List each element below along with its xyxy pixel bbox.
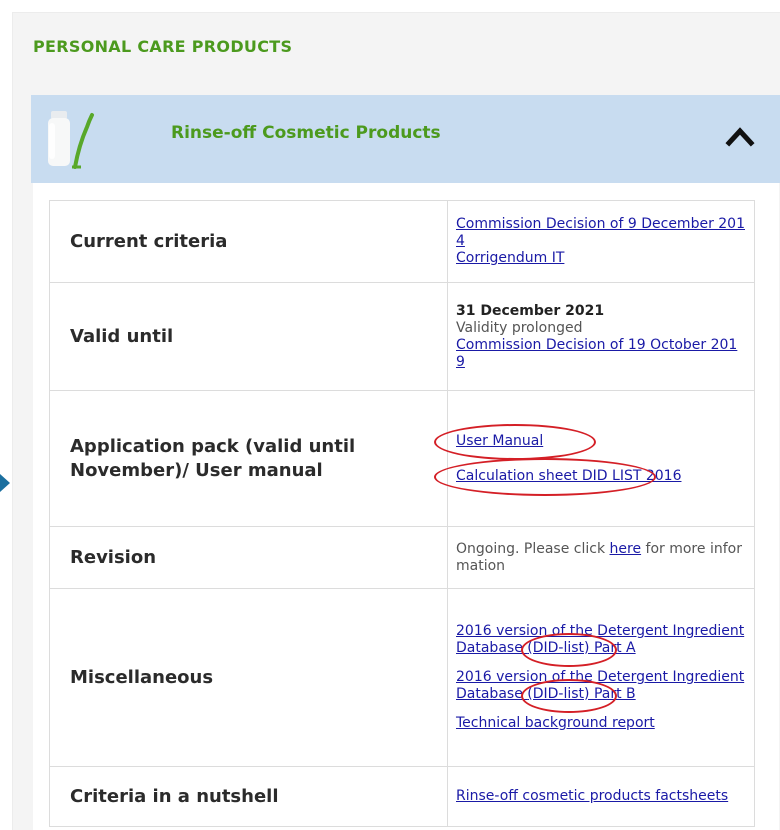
did-list-part-b-link[interactable]: 2016 version of the Detergent Ingredient… [456, 669, 744, 713]
factsheets-link[interactable]: Rinse-off cosmetic products factsheets [456, 788, 728, 804]
application-pack-label: Application pack (valid until November)/… [49, 390, 448, 527]
table-row: Application pack (valid until November)/… [49, 390, 755, 527]
calculation-sheet-link[interactable]: Calculation sheet DID LIST 2016 [456, 468, 681, 484]
criteria-nutshell-value: Rinse-off cosmetic products factsheets [447, 766, 755, 827]
side-pointer-arrow [0, 474, 10, 492]
table-row: Criteria in a nutshell Rinse-off cosmeti… [49, 766, 755, 827]
table-row: Revision Ongoing. Please click here for … [49, 526, 755, 589]
revision-label: Revision [49, 526, 448, 589]
user-manual-link[interactable]: User Manual [456, 433, 543, 449]
criteria-table: Current criteria Commission Decision of … [49, 200, 755, 827]
corrigendum-it-link[interactable]: Corrigendum IT [456, 250, 564, 266]
accordion-content: Current criteria Commission Decision of … [33, 183, 779, 830]
commission-decision-2019-link[interactable]: Commission Decision of 19 October 2019 [456, 337, 737, 370]
technical-background-report-link[interactable]: Technical background report [456, 715, 655, 731]
miscellaneous-value: 2016 version of the Detergent Ingredient… [447, 588, 755, 767]
accordion-title: Rinse-off Cosmetic Products [171, 123, 441, 143]
revision-here-link[interactable]: here [610, 541, 642, 557]
miscellaneous-label: Miscellaneous [49, 588, 448, 767]
criteria-nutshell-label: Criteria in a nutshell [49, 766, 448, 827]
validity-note: Validity prolonged [456, 319, 583, 336]
current-criteria-value: Commission Decision of 9 December 2014 C… [447, 200, 755, 283]
application-pack-value: User Manual Calculation sheet DID LIST 2… [434, 390, 755, 527]
user-manual-highlight: User Manual [434, 423, 596, 460]
table-row: Current criteria Commission Decision of … [49, 200, 755, 283]
valid-until-label: Valid until [49, 282, 448, 391]
revision-value: Ongoing. Please click here for more info… [447, 526, 755, 589]
valid-until-date: 31 December 2021 [456, 302, 605, 319]
chevron-up-icon[interactable] [725, 125, 755, 147]
did-list-b-highlight: (DID-list) [521, 679, 618, 713]
cosmetic-bottle-icon [48, 111, 94, 169]
table-row: Miscellaneous 2016 version of the Deterg… [49, 588, 755, 767]
did-list-a-highlight: (DID-list) [521, 633, 618, 667]
current-criteria-label: Current criteria [49, 200, 448, 283]
table-row: Valid until 31 December 2021 Validity pr… [49, 282, 755, 391]
calculation-sheet-highlight: Calculation sheet DID LIST 2016 [434, 457, 681, 496]
valid-until-value: 31 December 2021 Validity prolonged Comm… [447, 282, 755, 391]
commission-decision-2014-link[interactable]: Commission Decision of 9 December 2014 [456, 216, 745, 249]
personal-care-panel: PERSONAL CARE PRODUCTS Rinse-off Cosmeti… [12, 12, 780, 830]
accordion-header-rinse-off[interactable]: Rinse-off Cosmetic Products [31, 95, 780, 183]
did-list-part-a-link[interactable]: 2016 version of the Detergent Ingredient… [456, 623, 744, 667]
section-title: PERSONAL CARE PRODUCTS [33, 37, 293, 56]
